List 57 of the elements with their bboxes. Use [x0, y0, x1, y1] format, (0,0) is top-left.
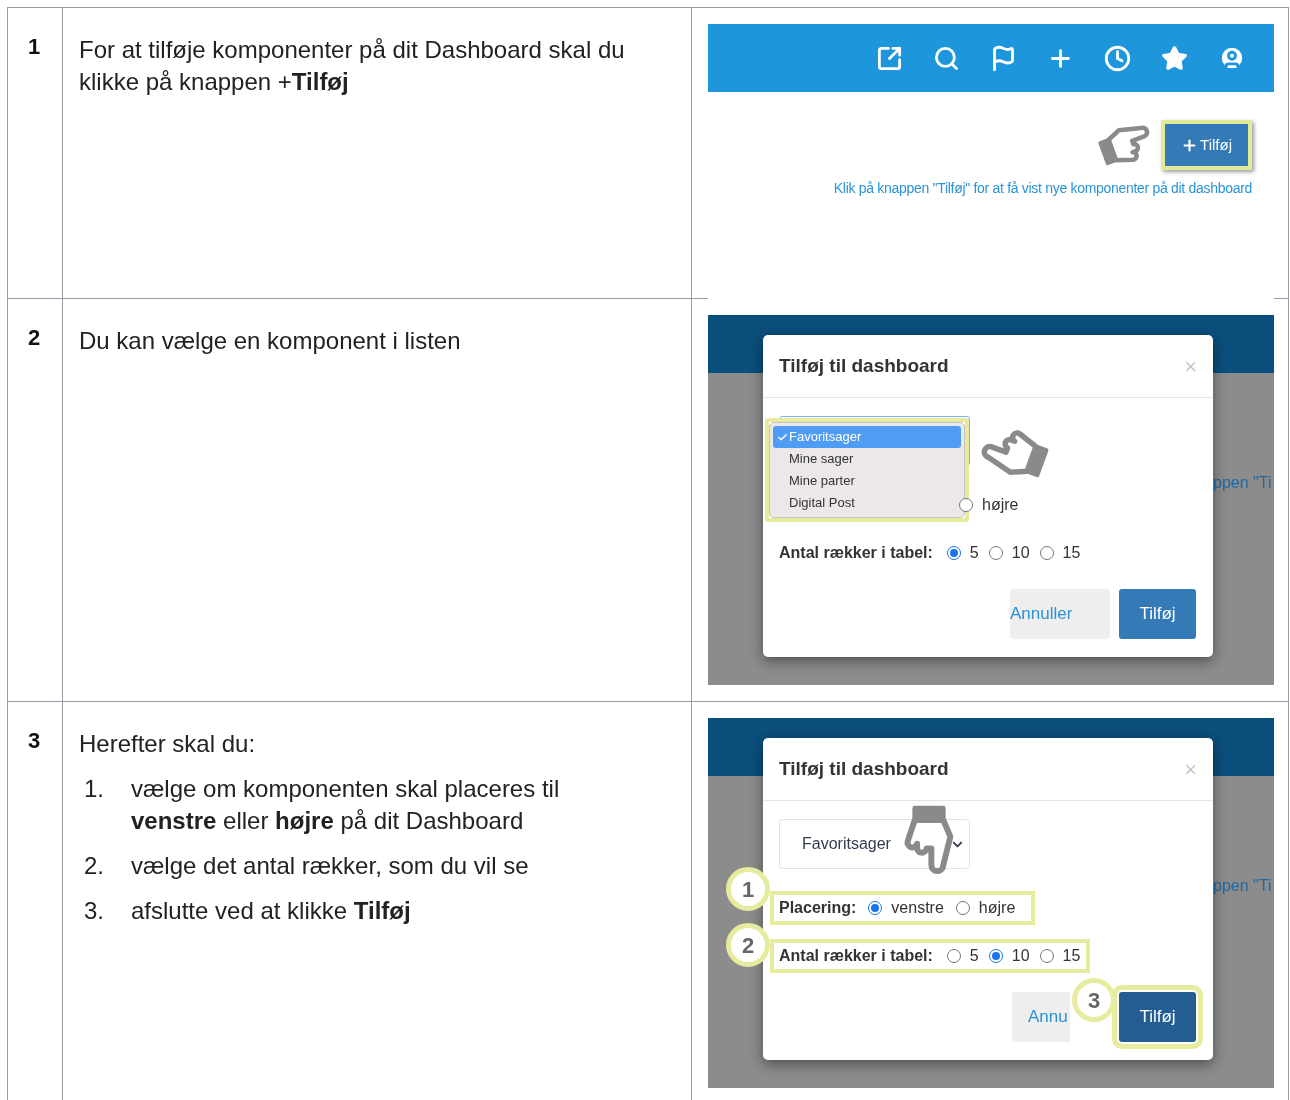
option-label: 5 — [969, 543, 979, 563]
add-button[interactable]: Tilføj — [1161, 120, 1252, 170]
row-number: 1 — [28, 34, 41, 59]
dialog-title: Tilføj til dashboard — [779, 353, 949, 378]
radio-button[interactable] — [1039, 949, 1054, 963]
step-text: afslutte ved at klikke Tilføj — [131, 896, 411, 926]
search-icon[interactable] — [933, 44, 960, 72]
option-label: højre — [982, 495, 1019, 515]
rows-label: Antal rækker i tabel: — [779, 946, 933, 966]
step-text: vælge det antal rækker, som du vil se — [131, 851, 529, 881]
row-number: 2 — [28, 325, 41, 350]
radio-button[interactable] — [988, 546, 1003, 560]
row-number: 3 — [28, 728, 41, 753]
cancel-button[interactable]: Annuller — [1010, 589, 1110, 639]
user-icon[interactable] — [1218, 44, 1246, 72]
dropdown-option[interactable]: Mine sager — [773, 448, 961, 470]
option-label: venstre — [891, 898, 944, 918]
option-label: 15 — [1062, 946, 1081, 966]
placement-label: Placering: — [779, 898, 857, 918]
dropdown-option[interactable]: Favoritsager — [773, 426, 961, 448]
flag-icon[interactable] — [990, 44, 1017, 72]
step-callout: 1 — [726, 867, 770, 911]
plus-icon — [1181, 136, 1199, 154]
instruction-text: For at tilføje komponenter på dit Dashboard skal du klikke på knappen +Tilføj — [79, 35, 626, 97]
dialog-title: Tilføj til dashboard — [779, 756, 949, 781]
clock-icon[interactable] — [1104, 44, 1131, 72]
radio-button[interactable] — [946, 949, 961, 963]
step-callout: 3 — [1072, 978, 1116, 1022]
radio-button[interactable] — [955, 901, 970, 915]
rows-label: Antal rækker i tabel: — [779, 543, 933, 563]
option-label: 10 — [1011, 946, 1030, 966]
option-label: 15 — [1062, 543, 1081, 563]
radio-button[interactable] — [946, 546, 961, 560]
instruction-text: Du kan vælge en komponent i listen — [79, 326, 462, 356]
step-number: 2. — [83, 851, 105, 881]
background-text: ppen "Ti — [1213, 473, 1272, 493]
option-label: højre — [978, 898, 1016, 918]
cancel-button[interactable]: Annu — [1012, 992, 1070, 1042]
add-button[interactable]: Tilføj — [1119, 589, 1196, 639]
option-label: 10 — [1011, 543, 1030, 563]
external-link-icon[interactable] — [876, 44, 903, 72]
hint-text: Klik på knappen "Tilføj" for at få vist nye komponenter på dit dashboard — [833, 179, 1252, 198]
step-number: 3. — [83, 896, 105, 926]
background-text: ppen "Ti — [1213, 876, 1272, 896]
radio-button[interactable] — [959, 498, 973, 512]
step-callout: 2 — [726, 923, 770, 967]
step-number: 1. — [83, 774, 105, 804]
dropdown-option[interactable]: Mine parter — [773, 470, 961, 492]
dropdown-option[interactable]: Digital Post — [773, 492, 961, 514]
step-text: vælge om komponenten skal placeres til venstre eller højre på dit Dashboard — [131, 774, 561, 836]
radio-button[interactable] — [868, 901, 883, 915]
check-icon — [777, 431, 788, 443]
star-icon[interactable] — [1161, 44, 1188, 72]
radio-button[interactable] — [1039, 546, 1054, 560]
instruction-text: Herefter skal du: — [79, 729, 257, 759]
radio-button[interactable] — [988, 949, 1003, 963]
option-label: 5 — [969, 946, 979, 966]
